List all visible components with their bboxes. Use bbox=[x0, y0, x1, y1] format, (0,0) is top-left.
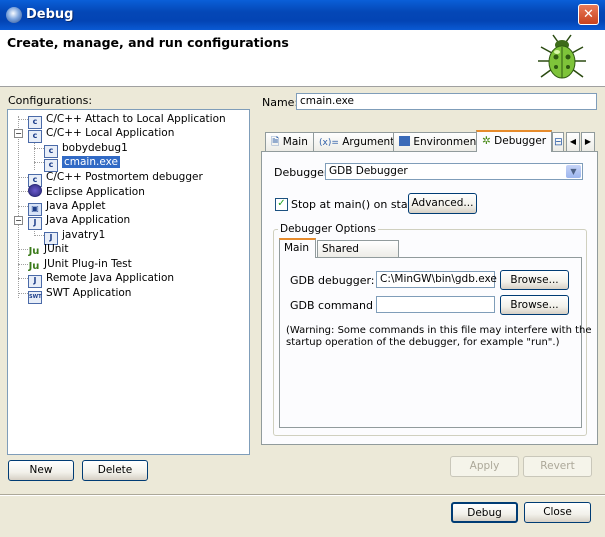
window-title: Debug bbox=[26, 7, 74, 22]
name-label: Name: bbox=[262, 96, 299, 109]
header-title: Create, manage, and run configurations bbox=[7, 35, 289, 50]
java-icon: J bbox=[28, 217, 42, 230]
advanced-button[interactable]: Advanced... bbox=[408, 193, 477, 214]
inner-tab-shared-libraries[interactable]: Shared Libraries bbox=[317, 240, 399, 271]
configurations-label: Configurations: bbox=[8, 94, 93, 107]
collapse-cpp-local-icon[interactable]: − bbox=[14, 129, 23, 138]
browse-gdb-debugger-button[interactable]: Browse... bbox=[500, 270, 569, 290]
debugger-label: Debugger: bbox=[274, 166, 332, 179]
scroll-right-icon[interactable]: ▶ bbox=[581, 132, 595, 152]
tree-item-cpp-attach[interactable]: c C/C++ Attach to Local Application bbox=[28, 112, 226, 129]
tree-item-javatry1[interactable]: Jjavatry1 bbox=[44, 228, 106, 245]
gdb-debugger-label: GDB debugger: bbox=[290, 274, 375, 287]
debugger-select[interactable]: GDB Debugger ▼ bbox=[325, 163, 583, 180]
scroll-left-icon[interactable]: ◀ bbox=[566, 132, 580, 152]
page-icon: 🗎 bbox=[271, 136, 280, 148]
tree-item-label: JUnit bbox=[44, 243, 69, 255]
tab-label: Environment bbox=[413, 136, 481, 148]
warning-text-line2: startup operation of the debugger, for e… bbox=[286, 337, 560, 348]
tree-item-label: Remote Java Application bbox=[46, 272, 175, 284]
gdb-debugger-input[interactable]: C:\MinGW\bin\gdb.exe bbox=[376, 271, 497, 288]
tree-item-java-applet[interactable]: ▣ Java Applet bbox=[28, 199, 106, 216]
tree-item-label: JUnit Plug-in Test bbox=[44, 258, 132, 270]
tree-item-label: C/C++ Postmortem debugger bbox=[46, 171, 203, 183]
tree-item-label: Java Applet bbox=[46, 200, 106, 212]
tree-item-label: javatry1 bbox=[62, 229, 106, 241]
configurations-tree[interactable]: − − c C/C++ Attach to Local Application c… bbox=[7, 109, 250, 455]
config-tabs: 🗎 Main (x)= Arguments Environment ✲ Debu… bbox=[261, 130, 598, 152]
delete-button[interactable]: Delete bbox=[82, 460, 148, 481]
tree-item-label: C/C++ Attach to Local Application bbox=[46, 113, 226, 125]
tab-label: Main bbox=[282, 136, 308, 148]
stop-at-main-checkbox[interactable]: ✓ bbox=[275, 198, 288, 211]
tab-arguments[interactable]: (x)= Arguments bbox=[313, 132, 406, 152]
eclipse-icon bbox=[28, 184, 42, 197]
app-icon bbox=[6, 7, 22, 23]
tab-label: Arguments bbox=[342, 136, 400, 148]
tree-item-cmain[interactable]: c cmain.exe bbox=[44, 155, 120, 172]
tab-label: Debugger bbox=[494, 135, 547, 147]
tree-item-label: SWT Application bbox=[46, 287, 132, 299]
tree-item-label: cmain.exe bbox=[62, 156, 120, 168]
dialog-header: Create, manage, and run configurations bbox=[0, 30, 605, 87]
arguments-icon: (x)= bbox=[319, 138, 339, 148]
chevron-down-icon: ▼ bbox=[566, 165, 581, 178]
footer-divider bbox=[0, 494, 605, 496]
bug-icon bbox=[538, 34, 586, 79]
tree-item-bobydebug1[interactable]: c bobydebug1 bbox=[44, 141, 128, 158]
tree-item-label: Java Application bbox=[46, 214, 131, 226]
close-window-button[interactable]: ✕ bbox=[578, 4, 599, 25]
tree-item-cpp-local[interactable]: c C/C++ Local Application bbox=[28, 126, 175, 143]
tree-item-junit[interactable]: Ju JUnit bbox=[28, 242, 69, 257]
gdb-command-file-input[interactable] bbox=[376, 296, 495, 313]
swt-icon: SWT bbox=[28, 291, 42, 304]
tree-item-cpp-postmortem[interactable]: c C/C++ Postmortem debugger bbox=[28, 170, 203, 187]
tree-item-remote-java[interactable]: J Remote Java Application bbox=[28, 271, 175, 288]
tree-item-java-app[interactable]: J Java Application bbox=[28, 213, 131, 230]
collapse-java-app-icon[interactable]: − bbox=[14, 216, 23, 225]
tree-item-label: C/C++ Local Application bbox=[46, 127, 175, 139]
tab-debugger[interactable]: ✲ Debugger bbox=[476, 130, 553, 152]
browse-gdb-command-button[interactable]: Browse... bbox=[500, 295, 569, 315]
close-button[interactable]: Close bbox=[524, 502, 591, 523]
debug-button[interactable]: Debug bbox=[451, 502, 518, 523]
environment-icon bbox=[399, 136, 410, 146]
tree-item-label: bobydebug1 bbox=[62, 142, 128, 154]
apply-button[interactable]: Apply bbox=[450, 456, 519, 477]
warning-text-line1: (Warning: Some commands in this file may… bbox=[286, 325, 592, 336]
tab-main[interactable]: 🗎 Main bbox=[265, 132, 314, 152]
inner-tab-main[interactable]: Main bbox=[279, 238, 316, 258]
debugger-options-label: Debugger Options bbox=[278, 223, 378, 235]
tab-overflow[interactable]: ⊟ bbox=[552, 132, 564, 152]
tree-item-eclipse-app[interactable]: Eclipse Application bbox=[28, 184, 145, 198]
tree-item-label: Eclipse Application bbox=[46, 186, 145, 198]
tab-environment[interactable]: Environment bbox=[393, 132, 487, 152]
name-input[interactable]: cmain.exe bbox=[296, 93, 597, 110]
title-bar: Debug ✕ bbox=[0, 0, 605, 30]
bug-icon: ✲ bbox=[482, 135, 491, 147]
revert-button[interactable]: Revert bbox=[523, 456, 592, 477]
tree-item-junit-plugin[interactable]: Ju JUnit Plug-in Test bbox=[28, 257, 132, 272]
new-button[interactable]: New bbox=[8, 460, 74, 481]
debugger-select-value: GDB Debugger bbox=[329, 165, 408, 177]
c-icon: c bbox=[28, 130, 42, 143]
tree-item-swt-app[interactable]: SWT SWT Application bbox=[28, 286, 132, 304]
